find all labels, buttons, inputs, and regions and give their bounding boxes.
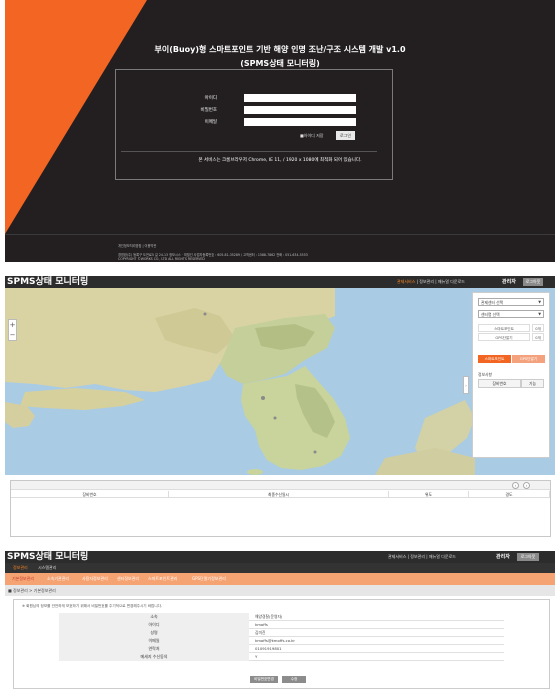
edit-button[interactable]: 수정	[282, 676, 306, 683]
menu-center[interactable]: 센터정보관리	[117, 573, 139, 585]
screenshot-collage: 부이(Buoy)형 스마트포인트 기반 해양 인명 조난/구조 시스템 개발 v…	[0, 0, 560, 695]
login-title: 부이(Buoy)형 스마트포인트 기반 해양 인명 조난/구조 시스템 개발 v…	[154, 45, 406, 54]
monitoring-map-page: SPMS상태 모니터링 관제서비스 | 정보관리 | 매뉴얼 다운로드 관리자 …	[5, 276, 555, 543]
admin-label: 관리자	[502, 279, 516, 285]
footer-divider	[5, 234, 555, 235]
table-header-lng: 경도	[469, 491, 550, 498]
field-label: 이메일	[59, 637, 249, 645]
table-row: 소속 해양경찰(운영자)	[59, 613, 504, 621]
tab-smartpoint[interactable]: 스마트포인트	[478, 355, 511, 363]
stat-row: GPS단말기 0개	[478, 333, 544, 341]
table-toolbar: ‹ ›	[11, 481, 550, 490]
map-view[interactable]: + − › 관제센터 선택 ▼ 센터명 선택 ▼ 스마트포인트 0개 GPS단말…	[5, 288, 555, 475]
field-label: 소속	[59, 613, 249, 621]
field-label: 아이디	[59, 621, 249, 629]
password-label: 비밀번호	[200, 108, 217, 113]
remember-id-checkbox[interactable]: ■아이디 저장	[300, 133, 323, 139]
zoom-out-button[interactable]: −	[9, 330, 16, 340]
nav-control-service[interactable]: 관제서비스	[388, 554, 406, 559]
consent-value[interactable]: Y	[255, 653, 257, 661]
stat-label: 스마트포인트	[478, 324, 530, 332]
password-input[interactable]	[244, 106, 356, 114]
table-header-device: 장비번호	[11, 491, 169, 498]
panel-toggle-button[interactable]: ›	[463, 376, 469, 394]
id-label: 아이디	[204, 96, 217, 101]
login-button[interactable]: 로그인	[336, 131, 355, 140]
next-page-button[interactable]: ›	[523, 482, 530, 489]
zoom-in-button[interactable]: +	[9, 320, 16, 330]
stat-label: GPS단말기	[478, 333, 530, 341]
field-label: 성명	[59, 629, 249, 637]
field-value: kmoffs	[255, 622, 268, 627]
center-select-value: 관제센터 선택	[481, 300, 504, 305]
top-nav: 관제서비스 | 정보관리 | 매뉴얼 다운로드	[388, 551, 456, 563]
tab-gps[interactable]: GPS단말기	[512, 355, 545, 363]
top-nav: 관제서비스 | 정보관리 | 매뉴얼 다운로드	[397, 276, 465, 288]
menu-bar: 기본정보관리 소속기관관리 사용자정보관리 센터정보관리 스마트포인트관리 GP…	[5, 573, 555, 585]
subnav-system-management[interactable]: 시스템관리	[38, 563, 56, 573]
menu-user[interactable]: 사용자정보관리	[82, 573, 108, 585]
top-header: SPMS상태 모니터링 관제서비스 | 정보관리 | 매뉴얼 다운로드 관리자 …	[5, 551, 555, 563]
subnav-info-management[interactable]: 정보관리	[13, 563, 28, 573]
stat-value: 0개	[532, 324, 544, 332]
field-label: 연락처	[59, 645, 249, 653]
email-input[interactable]	[244, 118, 356, 126]
field-value: 김미진	[255, 630, 266, 635]
nav-control-service[interactable]: 관제서비스	[397, 279, 415, 284]
menu-org[interactable]: 소속기관관리	[47, 573, 69, 585]
table-row: 성명 김미진	[59, 629, 504, 637]
stat-value: 0개	[532, 333, 544, 341]
nav-other-links[interactable]: | 정보관리 | 매뉴얼 다운로드	[408, 554, 456, 559]
logout-button[interactable]: 로그아웃	[517, 553, 539, 561]
app-logo[interactable]: SPMS상태 모니터링	[7, 551, 88, 563]
nav-other-links[interactable]: | 정보관리 | 매뉴얼 다운로드	[417, 279, 465, 284]
id-input[interactable]	[244, 94, 356, 102]
prev-page-button[interactable]: ‹	[512, 482, 519, 489]
info-form-panel: ※ 회원님의 정보를 안전하게 보호하기 위해서 비밀번호를 주기적으로 변경해…	[13, 599, 550, 689]
table-row: 아이디 kmoffs	[59, 621, 504, 629]
menu-smartpoint[interactable]: 스마트포인트관리	[148, 573, 177, 585]
footer-links[interactable]: 개인정보처리방침 | 이용약관	[118, 243, 156, 248]
chevron-down-icon: ▼	[538, 300, 541, 304]
table-row: 연락처 01091919801	[59, 645, 504, 653]
name-select-value: 센터명 선택	[481, 312, 500, 317]
change-password-button[interactable]: 비밀번호변경	[250, 676, 278, 683]
table-header-last-received: 최종수신일시	[169, 491, 389, 498]
menu-basic-info[interactable]: 기본정보관리	[12, 573, 34, 585]
email-value[interactable]: kmoffs@kmoffs.co.kr	[255, 637, 295, 645]
logout-button[interactable]: 로그아웃	[523, 278, 543, 286]
admin-label: 관리자	[496, 554, 510, 560]
password-note: ※ 회원님의 정보를 안전하게 보호하기 위해서 비밀번호를 주기적으로 변경해…	[22, 604, 163, 608]
center-select-dropdown[interactable]: 관제센터 선택 ▼	[478, 298, 544, 306]
basic-info-page: SPMS상태 모니터링 관제서비스 | 정보관리 | 매뉴얼 다운로드 관리자 …	[5, 551, 555, 690]
sub-nav: 정보관리 시스템관리	[5, 563, 555, 573]
filter-side-panel: 관제센터 선택 ▼ 센터명 선택 ▼ 스마트포인트 0개 GPS단말기 0개 스…	[472, 292, 550, 458]
table-row: 이메일 kmoffs@kmoffs.co.kr	[59, 637, 504, 645]
stat-row: 스마트포인트 0개	[478, 324, 544, 332]
menu-gps[interactable]: GPS단말기정보관리	[192, 573, 226, 585]
divider	[121, 151, 377, 152]
field-label: 메세지 수신동의	[59, 653, 249, 661]
table-header-lat: 위도	[389, 491, 469, 498]
footer-copyright: COPYRIGHT ©WORKS CO., LTD ALL RIGHTS RES…	[118, 257, 205, 261]
login-form-box: 아이디 비밀번호 이메일	[115, 69, 393, 180]
zoom-control: + −	[8, 319, 17, 341]
app-logo[interactable]: SPMS상태 모니터링	[7, 276, 88, 288]
list-header-function: 기능	[521, 379, 544, 388]
list-label: 정보사항	[478, 372, 492, 377]
device-table: ‹ › 장비번호 최종수신일시 위도 경도	[10, 480, 551, 537]
login-subtitle: (SPMS상태 모니터링)	[240, 59, 320, 68]
name-select-dropdown[interactable]: 센터명 선택 ▼	[478, 310, 544, 318]
top-header: SPMS상태 모니터링 관제서비스 | 정보관리 | 매뉴얼 다운로드 관리자 …	[5, 276, 555, 288]
info-table: 소속 해양경찰(운영자) 아이디 kmoffs 성명 김미진 이메일 kmoff…	[59, 613, 504, 661]
chevron-down-icon: ▼	[538, 312, 541, 316]
field-value: 해양경찰(운영자)	[255, 614, 283, 619]
phone-value[interactable]: 01091919801	[255, 645, 282, 653]
breadcrumb: ■ 정보관리 > 기본정보관리	[5, 585, 555, 596]
login-page: 부이(Buoy)형 스마트포인트 기반 해양 인명 조난/구조 시스템 개발 v…	[5, 0, 555, 262]
browser-notice: 본 서비스는 크롬브라우저 Chrome, IE 11, / 1920 x 10…	[198, 158, 362, 163]
table-row: 메세지 수신동의 Y	[59, 653, 504, 661]
email-label: 이메일	[204, 120, 217, 125]
list-header-device: 장비번호	[478, 379, 521, 388]
